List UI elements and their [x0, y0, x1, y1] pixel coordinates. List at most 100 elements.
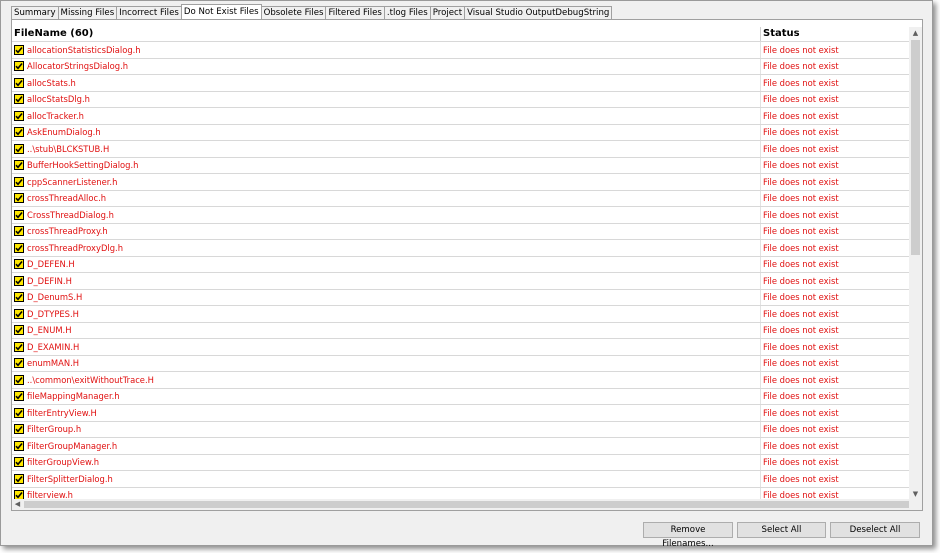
- tab-bar: Summary Missing Files Incorrect Files Do No…: [11, 4, 613, 19]
- row-checkbox[interactable]: [14, 275, 24, 286]
- table-row[interactable]: D_DEFEN.H File does not exist: [12, 256, 909, 273]
- table-row[interactable]: FilterSplitterDialog.h File does not exis…: [12, 471, 909, 488]
- table-row[interactable]: D_DTYPES.H File does not exist: [12, 306, 909, 323]
- checkmark-icon: [15, 409, 23, 417]
- tab-filtered-files[interactable]: Filtered Files: [325, 6, 385, 19]
- chevron-left-icon[interactable]: ◀: [12, 499, 23, 510]
- table-row[interactable]: BufferHookSettingDialog.h File does not e…: [12, 157, 909, 174]
- column-header-status[interactable]: Status: [761, 27, 909, 41]
- table-row[interactable]: fileMappingManager.h File does not exist: [12, 388, 909, 405]
- checkmark-icon: [15, 228, 23, 235]
- table-row[interactable]: D_EXAMIN.H File does not exist: [12, 339, 909, 356]
- row-checkbox[interactable]: [14, 44, 24, 55]
- filename-cell: filterGroupView.h: [12, 454, 761, 470]
- table-row[interactable]: crossThreadProxyDlg.h File does not exist: [12, 240, 909, 257]
- row-checkbox[interactable]: [14, 440, 24, 451]
- table-row[interactable]: cppScannerListener.h File does not exist: [12, 174, 909, 191]
- row-checkbox[interactable]: [14, 143, 24, 154]
- table-row[interactable]: AllocatorStringsDialog.h File does not ex…: [12, 58, 909, 75]
- filename-text: CrossThreadDialog.h: [27, 209, 114, 220]
- filename-cell: fileMappingManager.h: [12, 388, 761, 404]
- filename-cell: enumMAN.H: [12, 355, 761, 371]
- filename-cell: FilterGroup.h: [12, 421, 761, 437]
- column-header-filename[interactable]: FileName (60): [12, 27, 761, 41]
- filename-text: fileMappingManager.h: [27, 391, 120, 402]
- tab-missing-files[interactable]: Missing Files: [57, 6, 118, 19]
- table-row[interactable]: allocTracker.h File does not exist: [12, 108, 909, 125]
- deselect-all-button[interactable]: Deselect All: [830, 522, 920, 538]
- vertical-scrollbar[interactable]: ▲ ▼: [909, 27, 922, 500]
- checkmark-icon: [15, 327, 23, 334]
- status-cell: File does not exist: [763, 61, 839, 72]
- row-checkbox[interactable]: [14, 110, 24, 121]
- row-checkbox[interactable]: [14, 358, 24, 369]
- row-checkbox[interactable]: [14, 457, 24, 468]
- filename-text: ..\common\exitWithoutTrace.H: [27, 374, 154, 385]
- row-checkbox[interactable]: [14, 226, 24, 237]
- table-row[interactable]: FilterGroup.h File does not exist: [12, 421, 909, 438]
- filename-text: D_DTYPES.H: [27, 308, 79, 319]
- filename-cell: allocTracker.h: [12, 108, 761, 124]
- table-row[interactable]: D_DenumS.H File does not exist: [12, 289, 909, 306]
- tab-project[interactable]: Project: [429, 6, 466, 19]
- table-row[interactable]: ..\stub\BLCKSTUB.H File does not exist: [12, 141, 909, 158]
- vertical-scroll-thumb[interactable]: [911, 40, 920, 255]
- row-checkbox[interactable]: [14, 94, 24, 105]
- row-checkbox[interactable]: [14, 407, 24, 418]
- filename-cell: D_DEFIN.H: [12, 273, 761, 289]
- checkmark-icon: [15, 162, 23, 169]
- horizontal-scrollbar[interactable]: ◀: [12, 499, 909, 510]
- row-checkbox[interactable]: [14, 374, 24, 385]
- table-row[interactable]: crossThreadProxy.h File does not exist: [12, 223, 909, 240]
- table-row[interactable]: ..\common\exitWithoutTrace.H File does no…: [12, 372, 909, 389]
- row-checkbox[interactable]: [14, 391, 24, 402]
- tab-do-not-exist-files[interactable]: Do Not Exist Files: [180, 4, 262, 19]
- status-cell: File does not exist: [763, 242, 839, 253]
- row-checkbox[interactable]: [14, 259, 24, 270]
- select-all-button[interactable]: Select All: [737, 522, 826, 538]
- row-checkbox[interactable]: [14, 127, 24, 138]
- status-cell: File does not exist: [763, 308, 839, 319]
- row-checkbox[interactable]: [14, 77, 24, 88]
- row-checkbox[interactable]: [14, 176, 24, 187]
- filename-cell: cppScannerListener.h: [12, 174, 761, 190]
- table-row[interactable]: D_ENUM.H File does not exist: [12, 322, 909, 339]
- row-checkbox[interactable]: [14, 308, 24, 319]
- table-row[interactable]: allocStatsDlg.h File does not exist: [12, 91, 909, 108]
- row-checkbox[interactable]: [14, 209, 24, 220]
- status-cell: File does not exist: [763, 391, 839, 402]
- row-checkbox[interactable]: [14, 424, 24, 435]
- table-row[interactable]: D_DEFIN.H File does not exist: [12, 273, 909, 290]
- checkmark-icon: [15, 294, 23, 301]
- row-checkbox[interactable]: [14, 193, 24, 204]
- tab-incorrect-files[interactable]: Incorrect Files: [116, 6, 182, 19]
- tab-obsolete-files[interactable]: Obsolete Files: [260, 6, 327, 19]
- table-row[interactable]: filterEntryView.H File does not exist: [12, 405, 909, 422]
- checkmark-icon: [15, 178, 23, 186]
- checkmark-icon: [15, 393, 23, 400]
- table-row[interactable]: AskEnumDialog.h File does not exist: [12, 124, 909, 141]
- filename-cell: D_EXAMIN.H: [12, 339, 761, 355]
- row-checkbox[interactable]: [14, 473, 24, 484]
- row-checkbox[interactable]: [14, 341, 24, 352]
- table-row[interactable]: FilterGroupManager.h File does not exist: [12, 438, 909, 455]
- tab-visual-studio-outputdebugstring[interactable]: Visual Studio OutputDebugString: [464, 6, 613, 19]
- row-checkbox[interactable]: [14, 292, 24, 303]
- table-row[interactable]: CrossThreadDialog.h File does not exist: [12, 207, 909, 224]
- chevron-up-icon[interactable]: ▲: [909, 27, 922, 39]
- tab-tlog-files[interactable]: .tlog Files: [383, 6, 431, 19]
- table-row[interactable]: allocStats.h File does not exist: [12, 75, 909, 92]
- row-checkbox[interactable]: [14, 160, 24, 171]
- tab-summary[interactable]: Summary: [11, 6, 59, 19]
- horizontal-scroll-thumb[interactable]: [24, 501, 909, 508]
- table-row[interactable]: crossThreadAlloc.h File does not exist: [12, 190, 909, 207]
- list-header: FileName (60) Status: [12, 27, 909, 42]
- table-row[interactable]: enumMAN.H File does not exist: [12, 355, 909, 372]
- table-row[interactable]: allocationStatisticsDialog.h File does no…: [12, 42, 909, 59]
- row-checkbox[interactable]: [14, 242, 24, 253]
- row-checkbox[interactable]: [14, 61, 24, 72]
- table-row[interactable]: filterGroupView.h File does not exist: [12, 454, 909, 471]
- row-checkbox[interactable]: [14, 325, 24, 336]
- remove-filenames-button[interactable]: Remove Filenames...: [643, 522, 733, 549]
- status-cell: File does not exist: [763, 176, 839, 187]
